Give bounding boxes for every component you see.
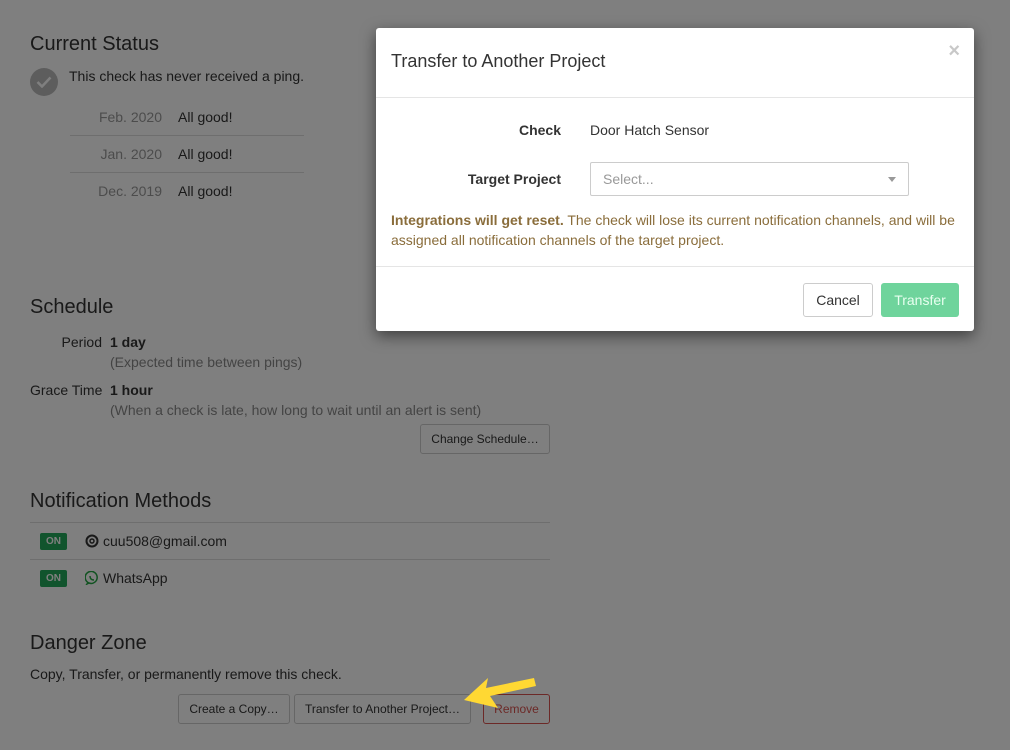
close-icon[interactable]: × <box>948 40 960 63</box>
highlight-arrow-icon <box>464 678 536 708</box>
modal-footer: Cancel Transfer <box>376 266 974 332</box>
check-value: Door Hatch Sensor <box>590 122 710 138</box>
warning-bold: Integrations will get reset. <box>391 212 564 228</box>
chevron-down-icon <box>888 177 896 182</box>
target-project-label: Target Project <box>467 171 561 187</box>
modal-title: Transfer to Another Project <box>391 51 606 71</box>
transfer-modal: Transfer to Another Project × Check Door… <box>376 28 974 331</box>
transfer-button[interactable]: Transfer <box>881 283 959 317</box>
cancel-button[interactable]: Cancel <box>803 283 873 317</box>
modal-header: Transfer to Another Project × <box>376 28 974 98</box>
select-placeholder: Select... <box>603 171 654 187</box>
integrations-warning: Integrations will get reset. The check w… <box>391 210 961 250</box>
check-label: Check <box>518 122 561 138</box>
target-project-select[interactable]: Select... <box>590 162 909 196</box>
